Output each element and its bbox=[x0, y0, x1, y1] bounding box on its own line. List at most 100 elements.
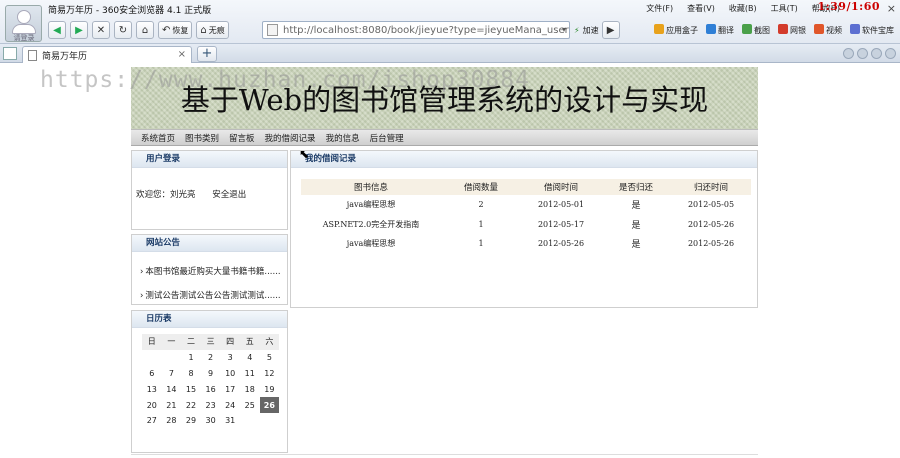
nav-admin[interactable]: 后台管理 bbox=[370, 132, 404, 144]
address-bar[interactable]: http://localhost:8080/book/jieyue?type=j… bbox=[262, 21, 570, 39]
tool-software[interactable]: 软件宝库 bbox=[850, 24, 894, 36]
calendar-day[interactable]: 16 bbox=[201, 381, 221, 397]
calendar-empty-cell bbox=[240, 413, 260, 429]
calendar-day[interactable]: 30 bbox=[201, 413, 221, 429]
logout-link[interactable]: 安全退出 bbox=[212, 190, 246, 200]
calendar-day[interactable]: 11 bbox=[240, 366, 260, 382]
address-dropdown-icon[interactable]: ▾ bbox=[562, 25, 566, 34]
calendar-day[interactable]: 25 bbox=[240, 397, 260, 413]
stop-button[interactable]: ✕ bbox=[92, 21, 110, 39]
nav-my-info[interactable]: 我的信息 bbox=[326, 132, 360, 144]
calendar-day[interactable]: 19 bbox=[260, 381, 280, 397]
calendar-day[interactable]: 22 bbox=[181, 397, 201, 413]
video-icon bbox=[814, 24, 824, 34]
nav-book-category[interactable]: 图书类别 bbox=[185, 132, 219, 144]
refresh-button[interactable]: ↻ bbox=[114, 21, 132, 39]
tool-translate[interactable]: 翻译 bbox=[706, 24, 734, 36]
calendar-heading: 日历表 bbox=[132, 311, 287, 328]
column-header: 是否归还 bbox=[601, 179, 671, 195]
notice-item[interactable]: 本图书馆最近购买大量书籍书籍...... bbox=[140, 265, 280, 277]
calendar-day[interactable]: 13 bbox=[142, 381, 162, 397]
calendar-day[interactable]: 5 bbox=[260, 350, 280, 366]
login-heading: 用户登录 bbox=[132, 151, 287, 168]
speed-icon: ⚡ bbox=[574, 25, 580, 35]
tool-bank[interactable]: 网银 bbox=[778, 24, 806, 36]
calendar-day[interactable]: 10 bbox=[220, 366, 240, 382]
calendar-day[interactable]: 18 bbox=[240, 381, 260, 397]
calendar-day[interactable]: 27 bbox=[142, 413, 162, 429]
tool-app-box[interactable]: 应用盒子 bbox=[654, 24, 698, 36]
nav-my-borrow-records[interactable]: 我的借阅记录 bbox=[265, 132, 316, 144]
sidebar-toggle-icon[interactable] bbox=[3, 47, 17, 60]
tab-list-icon[interactable] bbox=[871, 48, 882, 59]
calendar-day[interactable]: 3 bbox=[220, 350, 240, 366]
weekday-label: 四 bbox=[220, 334, 240, 350]
quantity-cell: 1 bbox=[478, 219, 484, 229]
refresh-icon: ↻ bbox=[118, 24, 128, 36]
calendar-day[interactable]: 21 bbox=[162, 397, 182, 413]
footer-divider bbox=[131, 454, 758, 455]
column-header: 借阅数量 bbox=[441, 179, 521, 195]
go-button[interactable]: ▶ bbox=[601, 21, 620, 39]
calendar-day[interactable]: 2 bbox=[201, 350, 221, 366]
speed-label: 加速 bbox=[582, 25, 599, 35]
menu-favorites[interactable]: 收藏(B) bbox=[729, 3, 757, 14]
window-close-icon[interactable]: × bbox=[887, 2, 896, 15]
calendar-day[interactable]: 28 bbox=[162, 413, 182, 429]
web-page: 基于Web的图书馆管理系统的设计与实现 https://www.huzhan.c… bbox=[0, 64, 900, 458]
no-trace-button[interactable]: ⌂ 无痕 bbox=[196, 21, 229, 39]
calendar-day[interactable]: 31 bbox=[220, 413, 240, 429]
tab-restore-icon[interactable] bbox=[885, 48, 896, 59]
calendar-day[interactable]: 26 bbox=[259, 397, 280, 413]
book-title-cell: ASP.NET2.0完全开发指南 bbox=[322, 219, 420, 229]
calendar-grid: 日 一 二 三 四 五 六 1 2 3 4 5 6 7 8 9 10 11 12 13 14 15 16 17 1… bbox=[142, 334, 280, 429]
calendar-day[interactable]: 23 bbox=[201, 397, 221, 413]
calendar-empty-cell bbox=[260, 413, 280, 429]
forward-button[interactable]: ▶ bbox=[70, 21, 88, 39]
calendar-day[interactable]: 14 bbox=[162, 381, 182, 397]
tab-scroll-left-icon[interactable] bbox=[843, 48, 854, 59]
calendar-week-row: 20 21 22 23 24 25 26 bbox=[142, 397, 280, 413]
notice-item[interactable]: 测试公告测试公告公告测试测试...... bbox=[140, 289, 280, 301]
calendar-day[interactable]: 8 bbox=[181, 366, 201, 382]
menu-tools[interactable]: 工具(T) bbox=[771, 3, 798, 14]
return-date-cell: 2012-05-26 bbox=[687, 219, 735, 229]
book-title-cell: java编程思想 bbox=[346, 200, 396, 210]
no-trace-label: 无痕 bbox=[208, 25, 225, 35]
calendar-day[interactable]: 24 bbox=[220, 397, 240, 413]
menu-view[interactable]: 查看(V) bbox=[687, 3, 715, 14]
calendar-weekday-row: 日 一 二 三 四 五 六 bbox=[142, 334, 280, 350]
calendar-day[interactable]: 7 bbox=[162, 366, 182, 382]
nav-home[interactable]: 系统首页 bbox=[141, 132, 175, 144]
calendar-day[interactable]: 1 bbox=[181, 350, 201, 366]
calendar-week-row: 12345 bbox=[142, 350, 279, 366]
user-login-avatar[interactable]: 请登录 bbox=[5, 5, 42, 42]
tool-screenshot[interactable]: 截图 bbox=[742, 24, 770, 36]
tool-video[interactable]: 视频 bbox=[814, 24, 842, 36]
menu-file[interactable]: 文件(F) bbox=[646, 3, 673, 14]
site-nav: 系统首页 图书类别 留言板 我的借阅记录 我的信息 后台管理 bbox=[131, 129, 758, 146]
home-button[interactable]: ⌂ bbox=[136, 21, 154, 39]
video-timer: 1:39/1:60 bbox=[817, 0, 880, 13]
calendar-day[interactable]: 4 bbox=[240, 350, 260, 366]
calendar-day[interactable]: 9 bbox=[201, 366, 221, 382]
new-tab-button[interactable]: + bbox=[197, 46, 217, 62]
restore-button[interactable]: ↶ 恢复 bbox=[158, 21, 193, 39]
tab-bar: 简易万年历 × + bbox=[0, 44, 900, 63]
document-icon bbox=[28, 49, 37, 61]
calendar-day[interactable]: 12 bbox=[260, 366, 280, 382]
translate-icon bbox=[706, 24, 716, 34]
calendar-day[interactable]: 20 bbox=[142, 397, 162, 413]
speed-up-button[interactable]: ⚡ 加速 ▶ bbox=[574, 21, 620, 39]
calendar-week-row: 6 7 8 9 10 11 12 bbox=[142, 366, 279, 382]
calendar-day[interactable]: 29 bbox=[181, 413, 201, 429]
nav-message-board[interactable]: 留言板 bbox=[229, 132, 255, 144]
back-button[interactable]: ◀ bbox=[48, 21, 66, 39]
column-header: 图书信息 bbox=[301, 179, 441, 195]
tab-scroll-right-icon[interactable] bbox=[857, 48, 868, 59]
calendar-day[interactable]: 15 bbox=[181, 381, 201, 397]
tab-close-icon[interactable]: × bbox=[178, 49, 186, 60]
tab-current[interactable]: 简易万年历 × bbox=[22, 46, 192, 63]
calendar-day[interactable]: 6 bbox=[142, 366, 162, 382]
calendar-day[interactable]: 17 bbox=[220, 381, 240, 397]
